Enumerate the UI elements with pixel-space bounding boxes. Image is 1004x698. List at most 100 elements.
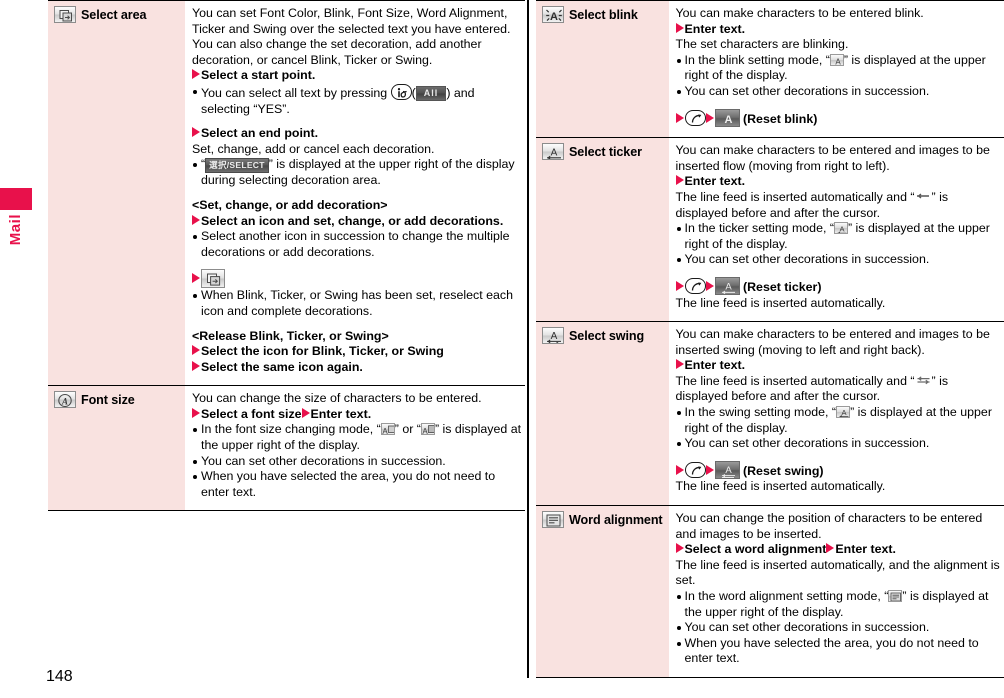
step-arrow-icon	[675, 359, 684, 370]
step-arrow-icon	[192, 360, 200, 371]
left-column: Select area You can set Font Color, Blin…	[48, 0, 525, 511]
word-alignment-indicator-icon	[888, 590, 903, 602]
right-column: A Select blink You can make characters t…	[536, 0, 1004, 678]
row-header-font-size: A Font size	[48, 385, 185, 511]
step-1: Enter text.	[675, 358, 1002, 374]
step-arrow-icon	[705, 464, 714, 475]
word-alignment-icon	[542, 511, 564, 529]
manual-page: Mail 148 Select area You can set Font Co…	[0, 0, 1004, 698]
table-row-word-alignment: Word alignment You can change the positi…	[536, 505, 1004, 678]
row-header-word-alignment: Word alignment	[536, 505, 669, 678]
bullet-3: When you have selected the area, you do …	[676, 636, 1002, 667]
imode-key-icon	[390, 83, 412, 100]
blink-indicator-icon: A	[829, 53, 844, 66]
table-row-select-blink: A Select blink You can make characters t…	[536, 0, 1004, 138]
step-4	[192, 269, 523, 289]
bullet-1: In the ticker setting mode, “ A ” is dis…	[676, 221, 1002, 252]
subheading-1: <Set, change, or add decoration>	[192, 197, 388, 212]
bullet-3: Select another icon in succession to cha…	[192, 229, 523, 260]
svg-text:A: A	[725, 465, 732, 476]
select-area-icon	[54, 6, 76, 23]
row-title: Select area	[81, 7, 147, 22]
bullet-2: You can set other decorations in success…	[676, 436, 1002, 452]
svg-text:A: A	[725, 281, 732, 292]
bullet-2: You can set other decorations in success…	[676, 620, 1002, 636]
step-arrow-icon	[192, 273, 200, 284]
svg-text:A: A	[382, 427, 388, 435]
subheading-2: <Release Blink, Ticker, or Swing>	[192, 328, 389, 343]
ticker-arrow-icon	[915, 190, 932, 202]
page-number: 148	[46, 668, 73, 685]
table-row-select-area: Select area You can set Font Color, Blin…	[48, 0, 525, 386]
row-header-select-swing: A Select swing	[536, 321, 669, 506]
select-blink-icon: A	[542, 6, 564, 23]
step-3: Select an icon and set, change, or add d…	[192, 214, 523, 230]
intro-text: You can make characters to be entered an…	[675, 143, 990, 173]
row-title: Word alignment	[569, 512, 663, 527]
bullet-2: “選択/SELECT” is displayed at the upper ri…	[192, 157, 523, 189]
after-step-1: The set characters are blinking.	[675, 37, 849, 52]
step-arrow-icon	[192, 127, 200, 138]
reset-step: A (Reset ticker)	[675, 276, 1002, 296]
bullet-1: In the font size changing mode, “ A ” or…	[192, 422, 523, 453]
right-table: A Select blink You can make characters t…	[536, 0, 1004, 678]
svg-text:A: A	[724, 114, 732, 126]
svg-text:A: A	[835, 57, 841, 66]
svg-text:A: A	[550, 11, 558, 23]
step-1: Enter text.	[675, 174, 1002, 190]
column-divider	[527, 0, 529, 678]
softkey-all: All	[415, 85, 447, 101]
bullet-3: When you have selected the area, you do …	[192, 469, 523, 500]
bullet-2: You can set other decorations in success…	[676, 252, 1002, 268]
bullet-2: You can set other decorations in success…	[192, 454, 523, 470]
select-swing-icon: A	[542, 327, 564, 345]
reset-step: A (Reset blink)	[675, 108, 1002, 128]
font-size-small-icon: A	[380, 423, 395, 436]
step-arrow-icon	[192, 407, 200, 418]
svg-text:A: A	[839, 225, 844, 234]
index-tab-marker	[0, 188, 32, 210]
reset-swing-icon: A	[714, 460, 740, 479]
step-arrow-icon	[675, 22, 684, 33]
step-arrow-icon	[301, 407, 310, 418]
call-key-icon	[684, 109, 706, 126]
swing-indicator-icon: A	[836, 406, 851, 419]
svg-text:A: A	[551, 148, 558, 159]
row-title: Select blink	[569, 7, 638, 22]
select-ticker-icon: A	[542, 143, 564, 161]
bullet-1: In the blink setting mode, “ A ” is disp…	[676, 53, 1002, 84]
row-header-select-area: Select area	[48, 0, 185, 386]
ticker-indicator-icon: A	[833, 222, 848, 235]
after-step-1: The line feed is inserted automatically …	[675, 373, 949, 404]
reset-blink-icon: A	[714, 108, 740, 127]
table-row-select-swing: A Select swing You can make characters t…	[536, 321, 1004, 506]
step-5: Select the icon for Blink, Ticker, or Sw…	[192, 344, 523, 360]
bullet-1: You can select all text by pressing (All…	[192, 83, 523, 117]
swing-arrow-icon	[915, 374, 932, 386]
svg-text:A: A	[842, 408, 847, 417]
step-arrow-icon	[192, 214, 200, 225]
index-tab-mail[interactable]: Mail	[0, 188, 34, 245]
step-1: Enter text.	[675, 22, 1002, 38]
svg-text:A: A	[61, 397, 68, 407]
bullet-1: In the swing setting mode, “ A ” is disp…	[676, 405, 1002, 436]
bullet-1: In the word alignment setting mode, “ ” …	[676, 589, 1002, 620]
bullet-2: You can set other decorations in success…	[676, 84, 1002, 100]
after-step-1: The line feed is inserted automatically …	[675, 189, 949, 220]
step-arrow-icon	[192, 69, 200, 80]
table-row-select-ticker: A Select ticker You can make characters …	[536, 137, 1004, 322]
row-header-select-ticker: A Select ticker	[536, 137, 669, 322]
select-area-icon	[201, 269, 225, 289]
step-arrow-icon	[826, 543, 835, 554]
index-tab-label: Mail	[7, 214, 24, 246]
call-key-icon	[684, 461, 706, 478]
after-step-1: The line feed is inserted automatically,…	[675, 557, 1000, 588]
row-body-select-area: You can set Font Color, Blink, Font Size…	[185, 0, 525, 386]
step-6: Select the same icon again.	[192, 360, 523, 376]
reset-step: A (Reset swing)	[675, 460, 1002, 480]
font-size-large-icon: A	[420, 423, 435, 436]
